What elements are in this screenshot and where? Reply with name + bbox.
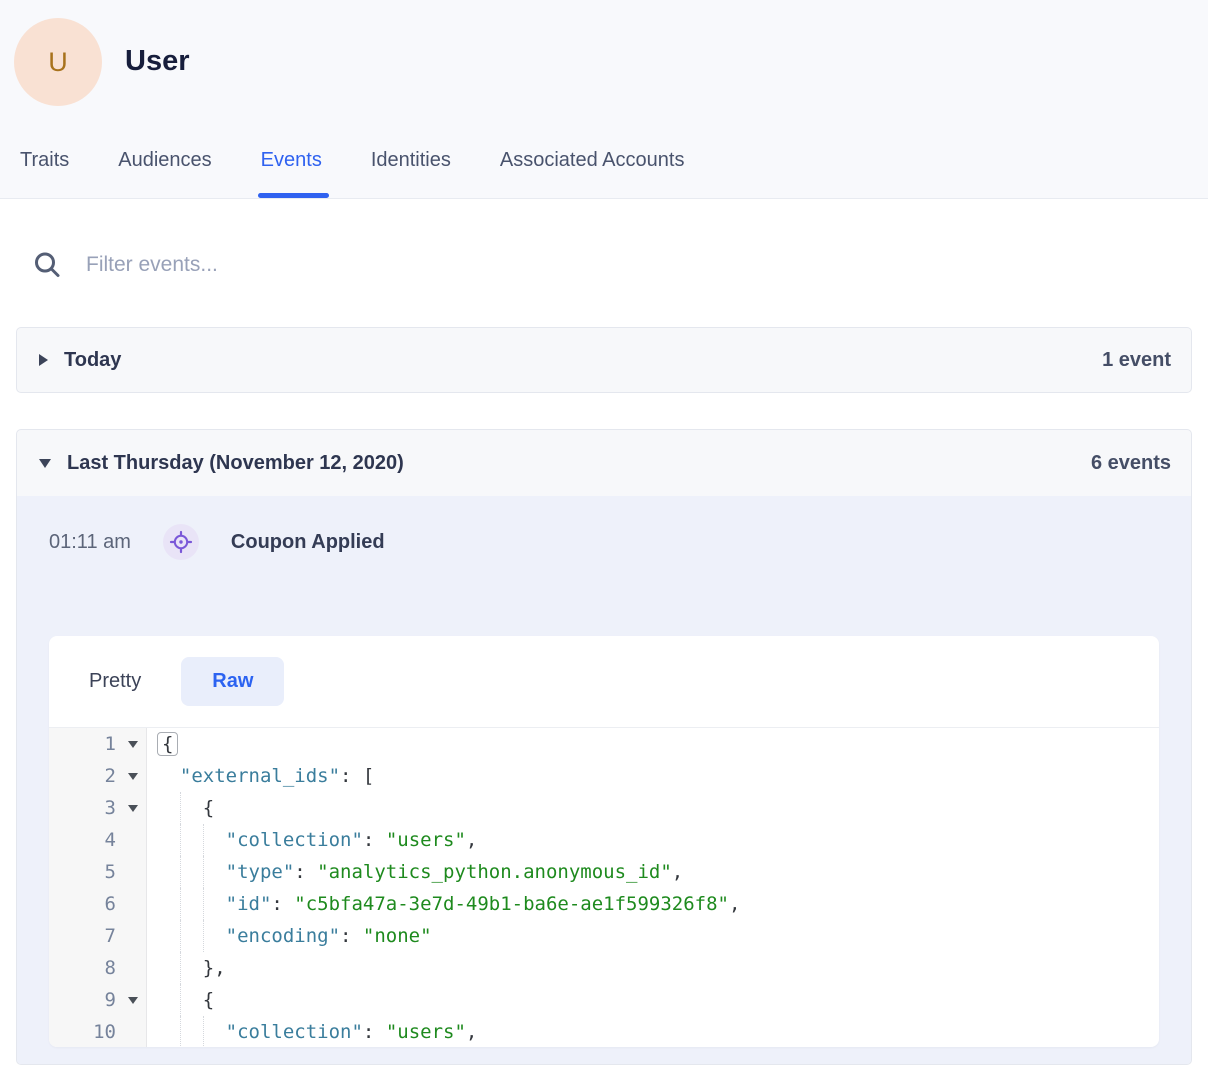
- code-line: 3 {: [49, 792, 1159, 824]
- avatar-initial: U: [48, 47, 68, 78]
- event-group-today-header[interactable]: Today 1 event: [17, 328, 1191, 392]
- line-number: 4: [49, 824, 147, 856]
- indent-guide: [180, 824, 181, 856]
- code-lines: 1{2 "external_ids": [3 {4 "collection": …: [49, 728, 1159, 1047]
- indent-guide: [203, 1016, 204, 1047]
- code-line: 2 "external_ids": [: [49, 760, 1159, 792]
- indent-guide: [180, 952, 181, 984]
- group-event-count: 6 events: [1091, 452, 1171, 475]
- caret-right-icon: [39, 354, 48, 366]
- fold-arrow-icon[interactable]: [128, 741, 138, 748]
- group-title: Last Thursday (November 12, 2020): [67, 452, 404, 475]
- search-icon: [32, 250, 62, 280]
- code-text: {: [147, 792, 1159, 824]
- group-title: Today: [64, 349, 121, 372]
- indent-guide: [203, 856, 204, 888]
- event-group-last-thursday: Last Thursday (November 12, 2020) 6 even…: [16, 429, 1192, 1065]
- line-number: 9: [49, 984, 147, 1016]
- code-text: },: [147, 952, 1159, 984]
- line-number: 1: [49, 728, 147, 760]
- code-text: {: [147, 984, 1159, 1016]
- fold-arrow-icon[interactable]: [128, 773, 138, 780]
- raw-view-button[interactable]: Raw: [181, 657, 284, 706]
- code-text: {: [147, 728, 1159, 760]
- tab-events[interactable]: Events: [261, 149, 322, 198]
- tab-events-label: Events: [261, 149, 322, 171]
- line-number: 10: [49, 1016, 147, 1047]
- indent-guide: [203, 888, 204, 920]
- event-time: 01:11 am: [49, 531, 131, 554]
- indent-guide: [180, 856, 181, 888]
- page-title: User: [125, 45, 190, 78]
- caret-down-icon: [39, 459, 51, 468]
- code-line: 7 "encoding": "none": [49, 920, 1159, 952]
- tab-bar: Traits Audiences Events Identities Assoc…: [20, 149, 684, 198]
- event-payload-card: Pretty Raw 1{2 "external_ids": [3 {4 "co…: [49, 636, 1159, 1047]
- code-line: 8 },: [49, 952, 1159, 984]
- tab-audiences[interactable]: Audiences: [118, 149, 211, 198]
- line-number: 2: [49, 760, 147, 792]
- code-line: 1{: [49, 728, 1159, 760]
- fold-arrow-icon[interactable]: [128, 997, 138, 1004]
- tab-traits[interactable]: Traits: [20, 149, 69, 198]
- line-number: 7: [49, 920, 147, 952]
- indent-guide: [180, 1016, 181, 1047]
- indent-guide: [180, 920, 181, 952]
- group-event-count: 1 event: [1102, 349, 1171, 372]
- fold-arrow-icon[interactable]: [128, 805, 138, 812]
- event-row[interactable]: 01:11 am Coupon Applied: [33, 520, 1175, 564]
- indent-guide: [180, 984, 181, 1016]
- code-line: 10 "collection": "users",: [49, 1016, 1159, 1047]
- code-text: "external_ids": [: [147, 760, 1159, 792]
- line-number: 6: [49, 888, 147, 920]
- filter-events-row: [32, 241, 1208, 289]
- code-text: "collection": "users",: [147, 1016, 1159, 1047]
- json-code-viewer[interactable]: 1{2 "external_ids": [3 {4 "collection": …: [49, 728, 1159, 1047]
- code-line: 9 {: [49, 984, 1159, 1016]
- indent-guide: [203, 920, 204, 952]
- event-group-today: Today 1 event: [16, 327, 1192, 393]
- event-group-last-thursday-header[interactable]: Last Thursday (November 12, 2020) 6 even…: [17, 430, 1191, 496]
- code-text: "collection": "users",: [147, 824, 1159, 856]
- code-text: "id": "c5bfa47a-3e7d-49b1-ba6e-ae1f59932…: [147, 888, 1159, 920]
- indent-guide: [203, 824, 204, 856]
- line-number: 8: [49, 952, 147, 984]
- pretty-view-button[interactable]: Pretty: [89, 657, 141, 706]
- filter-events-input[interactable]: [86, 253, 886, 277]
- group-body: 01:11 am Coupon Applied Pretty Raw 1{2: [17, 496, 1191, 1065]
- avatar: U: [14, 18, 102, 106]
- line-number: 5: [49, 856, 147, 888]
- active-tab-underline: [258, 193, 329, 198]
- profile-header: U User Traits Audiences Events Identitie…: [0, 0, 1208, 199]
- crosshair-target-icon: [163, 524, 199, 560]
- code-text: "type": "analytics_python.anonymous_id",: [147, 856, 1159, 888]
- indent-guide: [180, 888, 181, 920]
- tab-associated-accounts[interactable]: Associated Accounts: [500, 149, 685, 198]
- code-line: 5 "type": "analytics_python.anonymous_id…: [49, 856, 1159, 888]
- code-text: "encoding": "none": [147, 920, 1159, 952]
- code-line: 4 "collection": "users",: [49, 824, 1159, 856]
- code-line: 6 "id": "c5bfa47a-3e7d-49b1-ba6e-ae1f599…: [49, 888, 1159, 920]
- event-name: Coupon Applied: [231, 531, 385, 554]
- tab-identities[interactable]: Identities: [371, 149, 451, 198]
- line-number: 3: [49, 792, 147, 824]
- payload-view-toggle: Pretty Raw: [49, 636, 1159, 728]
- indent-guide: [180, 792, 181, 824]
